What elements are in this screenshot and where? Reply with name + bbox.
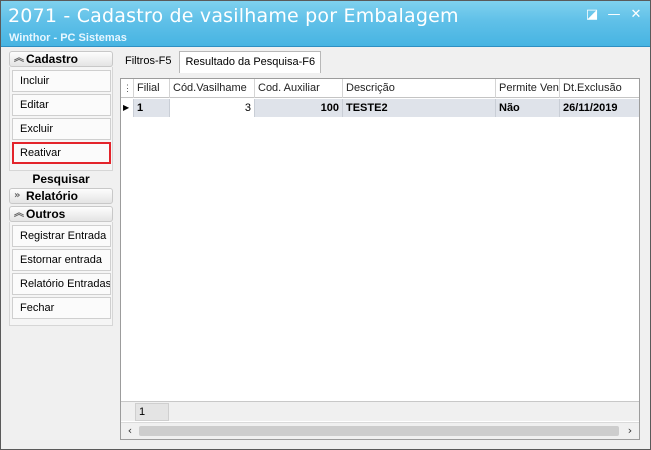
tab-bar: Filtros-F5 Resultado da Pesquisa-F6 [119, 51, 323, 73]
side-panel: ︽ Cadastro Incluir Editar Excluir Reativ… [9, 51, 114, 326]
group-outros-body: Registrar Entrada Estornar entrada Relat… [9, 222, 113, 326]
scroll-thumb[interactable] [139, 426, 619, 436]
tab-filtros[interactable]: Filtros-F5 [119, 51, 177, 72]
column-header-cod-auxiliar[interactable]: Cod. Auxiliar [255, 79, 343, 98]
group-outros-label: Outros [26, 207, 66, 221]
column-header-cod-vasilhame[interactable]: Cód.Vasilhame [170, 79, 255, 98]
window-controls: ◪ — ✕ [584, 7, 644, 23]
incluir-button[interactable]: Incluir [12, 70, 111, 92]
grid-header: ⋮ Filial Cód.Vasilhame Cod. Auxiliar Des… [121, 79, 639, 98]
column-header-descricao[interactable]: Descrição [343, 79, 496, 98]
restore-icon[interactable]: ◪ [584, 7, 600, 23]
column-chooser-icon[interactable]: ⋮ [121, 79, 134, 98]
group-cadastro-body: Incluir Editar Excluir Reativar [9, 67, 113, 171]
group-relatorio-label: Relatório [26, 189, 79, 203]
registrar-entrada-button[interactable]: Registrar Entrada [12, 225, 111, 247]
cell-permite-venda[interactable]: Não [496, 99, 560, 117]
horizontal-scrollbar[interactable]: ‹ › [121, 422, 639, 439]
chevron-up-icon: ︽ [14, 208, 24, 219]
cell-cod-auxiliar[interactable]: 100 [255, 99, 343, 117]
tab-resultado-pesquisa[interactable]: Resultado da Pesquisa-F6 [179, 51, 322, 73]
editar-button[interactable]: Editar [12, 94, 111, 116]
cell-filial[interactable]: 1 [134, 99, 170, 117]
main-window: 2071 - Cadastro de vasilhame por Embalag… [0, 0, 651, 450]
chevron-right-icon: » [14, 190, 21, 201]
scroll-right-icon[interactable]: › [622, 423, 638, 439]
column-header-dt-exclusao[interactable]: Dt.Exclusão [560, 79, 639, 98]
cell-dt-exclusao[interactable]: 26/11/2019 [560, 99, 639, 117]
cell-descricao[interactable]: TESTE2 [343, 99, 496, 117]
scroll-left-icon[interactable]: ‹ [122, 423, 138, 439]
grid-footer: 1 [121, 401, 639, 421]
group-outros-header[interactable]: ︽ Outros [9, 206, 113, 222]
cell-cod-vasilhame[interactable]: 3 [170, 99, 255, 117]
group-relatorio-header[interactable]: » Relatório [9, 188, 113, 204]
row-indicator-icon: ▶ [121, 99, 134, 117]
close-icon[interactable]: ✕ [628, 7, 644, 23]
column-header-filial[interactable]: Filial [134, 79, 170, 98]
column-header-permite-venda[interactable]: Permite Vend [496, 79, 560, 98]
window-subtitle: Winthor - PC Sistemas [9, 32, 127, 44]
table-row[interactable]: ▶ 1 3 100 TESTE2 Não 26/11/2019 [121, 99, 639, 117]
pesquisar-label[interactable]: Pesquisar [9, 172, 113, 186]
results-grid: ⋮ Filial Cód.Vasilhame Cod. Auxiliar Des… [120, 78, 640, 440]
window-title: 2071 - Cadastro de vasilhame por Embalag… [8, 5, 459, 27]
record-count: 1 [135, 403, 169, 421]
chevron-up-icon: ︽ [14, 53, 24, 64]
fechar-button[interactable]: Fechar [12, 297, 111, 319]
minimize-icon[interactable]: — [606, 7, 622, 23]
relatorio-entradas-button[interactable]: Relatório Entradas [12, 273, 111, 295]
group-cadastro-header[interactable]: ︽ Cadastro [9, 51, 113, 67]
title-bar[interactable]: 2071 - Cadastro de vasilhame por Embalag… [1, 1, 650, 47]
estornar-entrada-button[interactable]: Estornar entrada [12, 249, 111, 271]
reativar-button[interactable]: Reativar [12, 142, 111, 164]
excluir-button[interactable]: Excluir [12, 118, 111, 140]
group-cadastro-label: Cadastro [26, 52, 79, 66]
